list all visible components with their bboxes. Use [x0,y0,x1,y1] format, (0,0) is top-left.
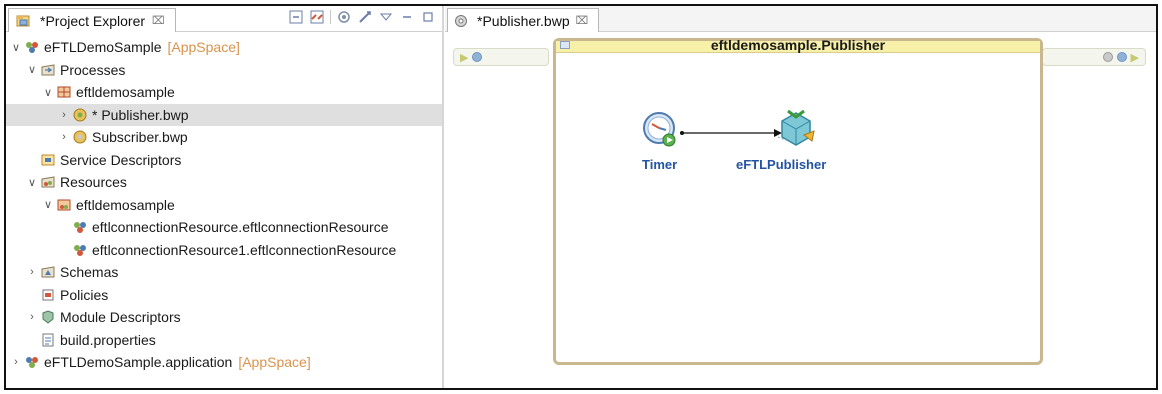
link-with-editor-icon[interactable] [309,9,325,25]
tree-item-label: Schemas [60,264,119,281]
tree-item-label: Resources [60,174,127,191]
tree-item-eftldemosample-resources[interactable]: ∨ eftldemosample [6,194,442,217]
application-icon [24,354,40,370]
tree-item-label: Service Descriptors [60,151,182,168]
process-end-lane[interactable]: ▶ [1042,48,1146,66]
process-title: eftldemosample.Publisher [710,37,886,53]
project-explorer-icon [15,13,31,29]
process-file-icon [72,129,88,145]
chevron-down-icon[interactable]: ∨ [26,176,38,189]
tree-item-label: Module Descriptors [60,309,181,326]
tree-item-processes[interactable]: ∨ Processes [6,59,442,82]
tree-item-label: eftlconnectionResource1.eftlconnectionRe… [92,241,397,258]
tree-item-label: eftldemosample [76,84,175,101]
process-starter-lane[interactable]: ▶ [453,48,549,66]
gear-icon [1102,52,1113,62]
info-icon [1116,52,1127,62]
processes-folder-icon [40,62,56,78]
focus-icon[interactable] [357,9,373,25]
appspace-decoration: [AppSpace] [238,354,311,371]
process-header: eftldemosample.Publisher [556,37,1040,53]
explorer-tab-title: *Project Explorer [40,12,146,29]
chevron-right-icon[interactable]: › [10,356,22,368]
minimize-icon[interactable] [399,9,415,25]
explorer-tab-bar: *Project Explorer ⌧ [6,6,442,32]
chevron-down-icon[interactable]: ∨ [42,198,54,211]
resources-folder-icon [40,174,56,190]
tree-item-label: Subscriber.bwp [92,129,188,146]
tree-item-build-properties[interactable]: › build.properties [6,329,442,352]
tree-item-service-descriptors[interactable]: › Service Descriptors [6,149,442,172]
policies-icon [40,287,56,303]
tree-item-efltdemosample-application[interactable]: › eFTLDemoSample.application [AppSpace] [6,351,442,374]
tree-item-label: eFTLDemoSample [44,39,162,56]
process-file-icon [72,107,88,123]
service-descriptors-icon [40,152,56,168]
tree-item-publisher-bwp[interactable]: › * Publisher.bwp [6,103,442,126]
tree-item-label: eftlconnectionResource.eftlconnectionRes… [92,219,389,236]
process-editor: *Publisher.bwp ⌧ ▶ ▶ eftldemosample.Publ… [445,6,1156,388]
package-icon [56,84,72,100]
tree-item-resources[interactable]: ∨ Resources [6,171,442,194]
timer-label: Timer [642,157,678,172]
chevron-down-icon[interactable]: ∨ [26,63,38,76]
tree-item-label: * Publisher.bwp [92,106,189,123]
schemas-folder-icon [40,264,56,280]
properties-file-icon [40,332,56,348]
tree-item-policies[interactable]: › Policies [6,284,442,307]
close-icon[interactable]: ⌧ [152,14,165,27]
module-icon [24,39,40,55]
collapse-all-icon[interactable] [288,9,304,25]
editor-tab-title: *Publisher.bwp [477,12,570,29]
process-file-icon [453,13,469,29]
eftl-publisher-activity[interactable] [774,107,818,151]
ide-window: *Project Explorer ⌧ ∨ eFTLDemoSample [Ap… [4,4,1158,390]
project-tree: ∨ eFTLDemoSample [AppSpace] ∨ Processes … [6,36,442,374]
arrow-right-icon: ▶ [1130,51,1139,64]
tree-item-eftlconnectionresource[interactable]: eftlconnectionResource.eftlconnectionRes… [6,216,442,239]
module-descriptors-icon [40,309,56,325]
connection-resource-icon [72,219,88,235]
process-canvas[interactable]: ▶ ▶ eftldemosample.Publisher Timer eFTLP… [445,33,1156,388]
chevron-down-icon[interactable]: ∨ [42,86,54,99]
filter-icon[interactable] [336,9,352,25]
tree-item-label: eFTLDemoSample.application [44,354,233,371]
explorer-toolbar [288,9,436,25]
tree-item-label: Policies [60,286,109,303]
chevron-right-icon[interactable]: › [26,311,38,323]
chevron-right-icon[interactable]: › [58,109,70,121]
maximize-icon[interactable] [420,9,436,25]
tree-item-subscriber-bwp[interactable]: › Subscriber.bwp [6,126,442,149]
info-icon [472,52,483,62]
close-icon[interactable]: ⌧ [576,14,589,27]
project-explorer-view: *Project Explorer ⌧ ∨ eFTLDemoSample [Ap… [6,6,442,388]
tree-item-eftldemosample-package[interactable]: ∨ eftldemosample [6,81,442,104]
eftl-publisher-label: eFTLPublisher [736,157,827,172]
tree-item-efltdemosample[interactable]: ∨ eFTLDemoSample [AppSpace] [6,36,442,59]
resource-package-icon [56,197,72,213]
tree-item-label: Processes [60,61,126,78]
view-divider[interactable] [442,6,444,388]
tree-item-schemas[interactable]: › Schemas [6,261,442,284]
tree-item-eftlconnectionresource1[interactable]: eftlconnectionResource1.eftlconnectionRe… [6,239,442,262]
eftl-publisher-icon [777,109,815,146]
toolbar-separator [330,10,331,24]
chevron-right-icon[interactable]: › [58,131,70,143]
tree-item-module-descriptors[interactable]: › Module Descriptors [6,306,442,329]
appspace-decoration: [AppSpace] [167,39,240,56]
chevron-down-icon[interactable]: ∨ [10,41,22,54]
tab-publisher-bwp[interactable]: *Publisher.bwp ⌧ [447,8,600,32]
arrow-right-icon: ▶ [460,51,469,64]
view-menu-icon[interactable] [378,9,394,25]
connection-resource-icon [72,242,88,258]
tree-item-label: build.properties [60,331,156,348]
timer-activity[interactable] [642,110,678,150]
tab-project-explorer[interactable]: *Project Explorer ⌧ [8,8,176,32]
chevron-right-icon[interactable]: › [26,266,38,278]
process-container[interactable]: eftldemosample.Publisher Timer eFTLPubli… [553,37,1043,365]
tree-item-label: eftldemosample [76,196,175,213]
editor-tab-bar: *Publisher.bwp ⌧ [445,6,1156,32]
timer-icon [643,112,676,147]
